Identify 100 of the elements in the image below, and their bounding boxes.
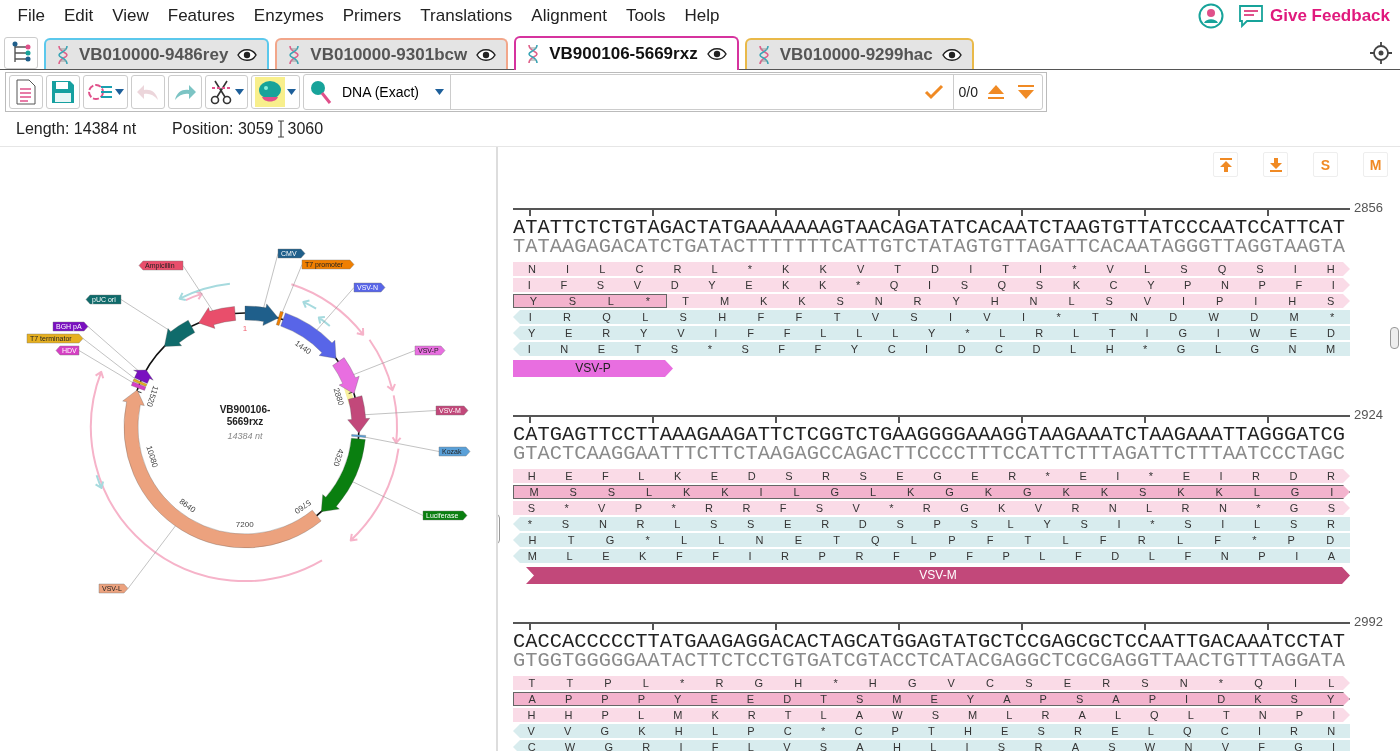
feature-bar[interactable]: VSV-M: [526, 567, 1350, 584]
eye-icon: [237, 47, 258, 62]
feature-bar[interactable]: VSV-P: [513, 360, 673, 377]
download-icon: [1268, 157, 1283, 172]
position-number: 2992: [1354, 614, 1383, 629]
complement-sequence-text: GTACTCAAGGAATTTCTTCTAAGAGCCAGACTTCCCCTTTCCATTCTTTAGATTCTTTAATCCCTAGC: [513, 444, 1347, 463]
menu-item[interactable]: Tools: [616, 6, 676, 26]
translation-row: V V G K H L P C * C P T H E S R E L Q C I R N: [513, 724, 1350, 738]
orf-segment: M S S L K K I L G L K G K G K K S K K L G I: [513, 485, 1350, 499]
menu-item[interactable]: File: [8, 6, 55, 26]
scissors-button[interactable]: [205, 75, 248, 109]
complement-sequence-text: GTGGTGGGGGAATACTTCTCCTGTGATCGTACCTCATACGAGGCTCGCGAGGTTAACTGTTTAGGATA: [513, 651, 1347, 670]
text-cursor-icon: [276, 120, 285, 138]
menu-item[interactable]: Alignment: [521, 6, 617, 26]
document-icon: [15, 79, 37, 105]
feature-arrow[interactable]: [244, 303, 279, 326]
save-icon: [51, 80, 75, 104]
feature-arrow[interactable]: [351, 434, 366, 438]
eye-icon: [476, 47, 497, 62]
sequence-text: CACCACCCCCTTATGAAGAGGACACTAGCATGGAGTATGCTCCGAGCGCTCCAATTGACAAATCCTAT: [513, 632, 1347, 651]
plasmid-name: VB900106-: [219, 404, 271, 415]
eye-icon: [706, 47, 727, 61]
dna-icon: [756, 44, 771, 65]
menu-item[interactable]: Features: [158, 6, 245, 26]
translation-row: N I L C R L * K K V T D I T I * V L S Q S I H: [513, 262, 1350, 276]
feature-arrow[interactable]: [276, 311, 284, 326]
length-text: Length: 14384 nt: [16, 120, 137, 138]
menu-item[interactable]: Enzymes: [244, 6, 334, 26]
feature-arrow[interactable]: [133, 369, 154, 384]
search-mode-dropdown[interactable]: DNA (Exact): [338, 75, 451, 109]
match-count: 0/0: [952, 75, 978, 109]
origin-label: 1: [242, 324, 248, 333]
feature-arrow[interactable]: [164, 320, 195, 347]
tree-view-button[interactable]: [4, 37, 38, 69]
translation-row: S * V P * R R F S V * R G K V R N L R N * G S: [513, 501, 1350, 515]
feature-arrow[interactable]: [132, 378, 148, 387]
translation-row: T M K K S N R Y H N L S V I P I H S: [666, 294, 1350, 308]
caret-icon: [115, 89, 124, 95]
position-number: 2924: [1354, 407, 1383, 422]
scrollbar-thumb[interactable]: [1390, 327, 1399, 349]
translation-row: I N E T S * S F F Y C I D C D L H * G L G N M: [513, 342, 1350, 356]
dna-icon: [526, 44, 541, 64]
translation-row: H H P L M K R T L A W S M L R A L Q L T N P I: [513, 708, 1350, 722]
document-tab[interactable]: VB010000-9299hac: [744, 38, 974, 69]
menu-item[interactable]: Translations: [410, 6, 522, 26]
caret-icon: [287, 89, 296, 95]
document-tab[interactable]: VB010000-9486rey: [44, 38, 270, 69]
sequence-text: CATGAGTTCCTTAAAGAAGATTCTCGGTCTGAAGGGGAAAGGTAAGAAATCTAAGAAATTAGGGATCG: [513, 425, 1347, 444]
translation-row: C W G R I F L V S A H L I S R A S W N V F G I: [513, 740, 1350, 751]
feedback-icon: [1238, 4, 1264, 28]
save-button[interactable]: [46, 75, 80, 109]
jump-top-button[interactable]: [1213, 152, 1238, 177]
translation-row: * S N R L S S E R D S P S L Y S I * S I L S R: [513, 517, 1350, 531]
redo-icon: [173, 82, 197, 102]
enzyme-button[interactable]: [251, 75, 300, 109]
orf-arc: [391, 394, 402, 444]
feature-arrow[interactable]: [131, 381, 146, 391]
jump-bottom-button[interactable]: [1263, 152, 1288, 177]
translation-row: Y E R Y V I F F L L L Y * L R L T I G I W E D: [513, 326, 1350, 340]
menu-item[interactable]: Help: [675, 6, 730, 26]
tick-label: 10080: [144, 444, 160, 469]
check-icon: [923, 84, 944, 100]
menu-item[interactable]: Edit: [54, 6, 103, 26]
dna-icon: [56, 44, 70, 65]
tree-icon: [10, 41, 32, 65]
menu-item[interactable]: Primers: [333, 6, 411, 26]
orf-segment: A P P P Y E E D T S M E Y A P S A P I D K S Y: [513, 692, 1350, 706]
menu-item[interactable]: View: [102, 6, 159, 26]
caret-icon: [235, 89, 244, 95]
view-mode-button[interactable]: [83, 75, 128, 109]
translation-row: T T P L * R G H * H G V C S E R S N * Q I L: [513, 676, 1350, 690]
translation-row: H E F L K E D S R S E G E R * E I * E I R D R: [513, 469, 1350, 483]
translation-row: I F S V D Y E K K * Q I S Q S K C Y P N P F I: [513, 278, 1350, 292]
document-tab[interactable]: VB010000-9301bcw: [275, 38, 509, 69]
scissors-icon: [209, 79, 233, 105]
new-document-button[interactable]: [9, 75, 43, 109]
up-arrow-icon: [987, 84, 1005, 100]
translation-row: M L E K F F I R P R F P F P L F D L F N P I A: [513, 549, 1350, 563]
redo-button[interactable]: [168, 75, 202, 109]
feedback-button[interactable]: Give Feedback: [1238, 4, 1390, 28]
translation-row: I R Q L S H F F T V S I V I * T N D W D M *: [513, 310, 1350, 324]
position-end-text: 3060: [287, 120, 324, 138]
avatar-icon[interactable]: [1198, 3, 1224, 29]
tick-label: 2880: [331, 386, 346, 407]
target-icon: [1370, 42, 1392, 64]
plasmid-length: 14384 nt: [227, 431, 263, 441]
tick-label: 7200: [235, 520, 254, 530]
feature-arrow[interactable]: [347, 395, 370, 434]
feature-arrow[interactable]: [321, 438, 366, 512]
feature-arrow[interactable]: [280, 312, 337, 359]
dna-icon: [287, 44, 302, 65]
document-tab[interactable]: VB900106-5669rxz: [514, 36, 739, 70]
enzyme-icon: [255, 77, 285, 107]
sequence-text: ATATTCTCTGTAGACTATGAAAAAAAGTAACAGATATCACAATCTAAGTGTTATCCCAATCCATTCAT: [513, 218, 1347, 237]
circle-list-icon: [87, 81, 113, 103]
search-icon: [308, 79, 332, 105]
tick-label: 1440: [293, 338, 313, 357]
tick-label: 11520: [144, 384, 161, 408]
plasmid-name: 5669rxz: [226, 416, 264, 427]
translation-row: H T G * L L N E T Q L P F T L F R L F * P D: [513, 533, 1350, 547]
